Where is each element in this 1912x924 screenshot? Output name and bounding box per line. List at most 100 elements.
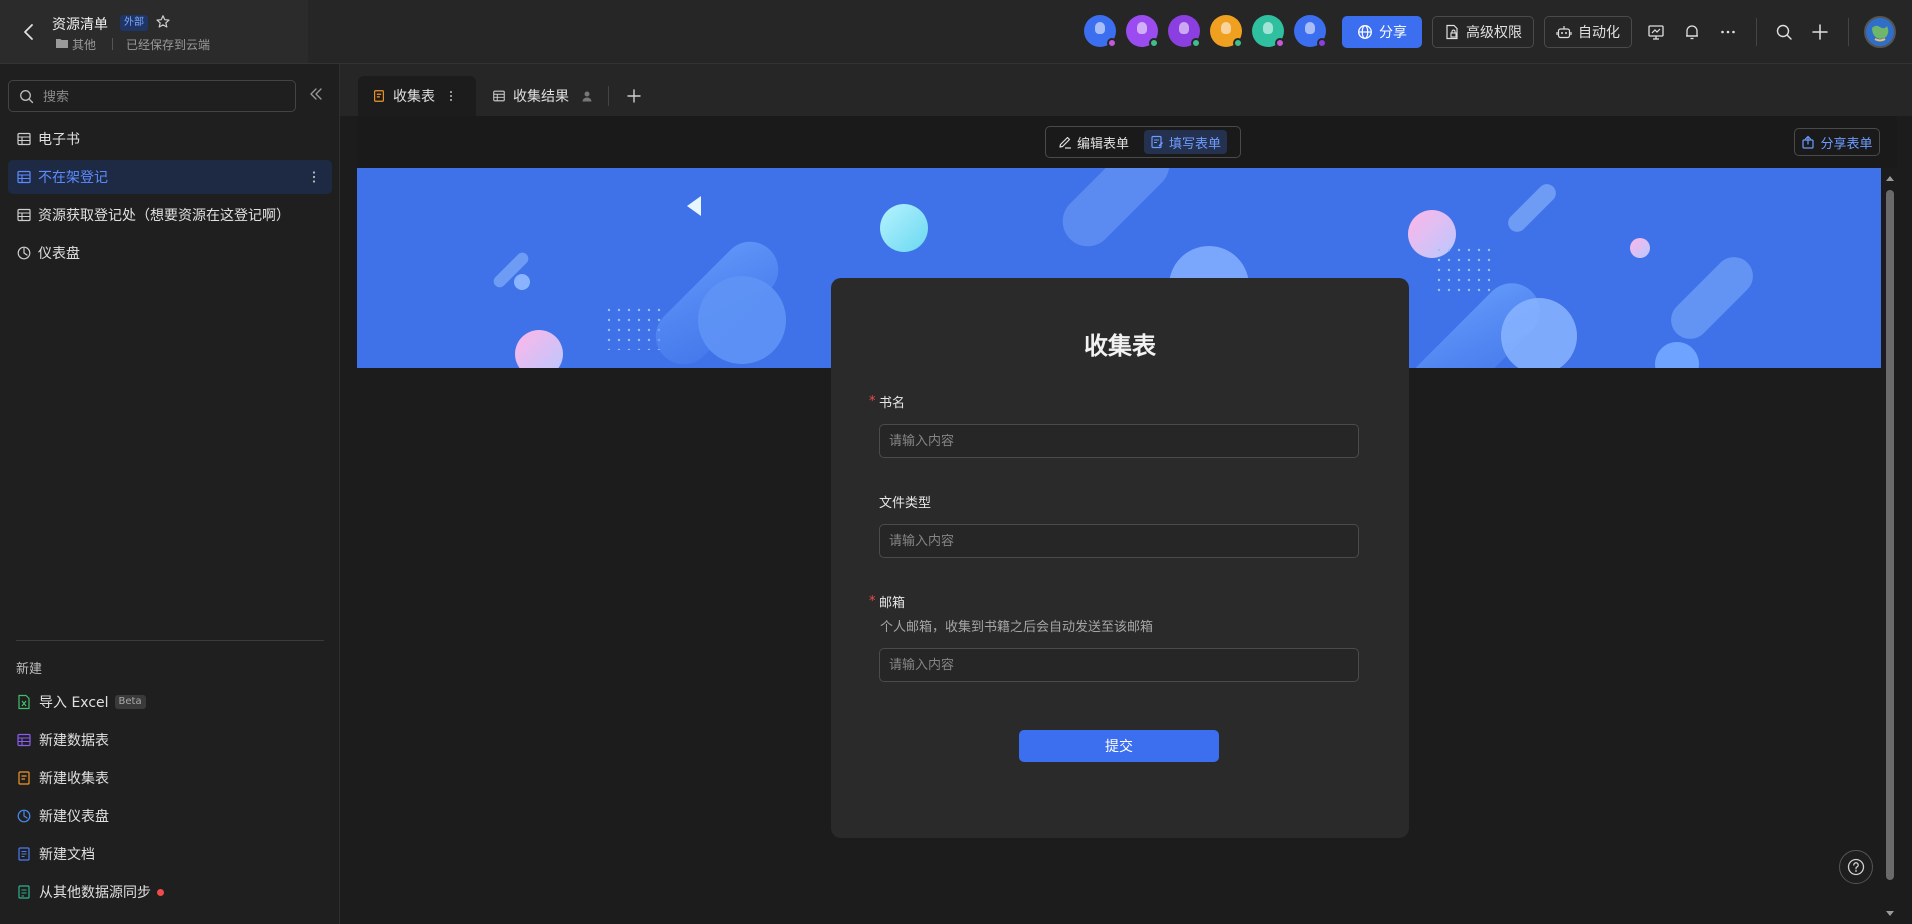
- edit-form-button[interactable]: 编辑表单: [1052, 130, 1135, 154]
- fill-form-button[interactable]: 填写表单: [1144, 130, 1228, 154]
- tab-collection-results[interactable]: 收集结果: [478, 76, 607, 116]
- new-item-label: 新建文档: [39, 847, 95, 863]
- document-icon: [18, 847, 30, 861]
- collaborator-avatar[interactable]: [1210, 15, 1243, 48]
- table-icon: [17, 208, 31, 222]
- more-icon[interactable]: [447, 89, 455, 103]
- sidebar-item-ebooks[interactable]: 电子书: [8, 122, 332, 156]
- divider: [1848, 18, 1849, 46]
- form-icon: [18, 771, 30, 785]
- fill-form-icon: [1151, 135, 1163, 149]
- new-item-label: 新建仪表盘: [39, 809, 109, 825]
- more-icon[interactable]: [1716, 20, 1740, 44]
- file-type-input[interactable]: [879, 524, 1359, 558]
- book-name-input[interactable]: [879, 424, 1359, 458]
- beta-badge: Beta: [114, 695, 146, 709]
- search-icon[interactable]: [1772, 20, 1796, 44]
- sidebar-item-label: 资源获取登记处（想要资源在这登记啊）: [38, 208, 290, 224]
- person-icon: [581, 90, 593, 102]
- new-document-button[interactable]: 新建文档: [16, 842, 95, 866]
- scroll-thumb[interactable]: [1886, 190, 1894, 880]
- sidebar-item-resource-requests[interactable]: 资源获取登记处（想要资源在这登记啊）: [8, 198, 332, 232]
- new-dashboard-button[interactable]: 新建仪表盘: [16, 804, 109, 828]
- tab-label: 收集结果: [513, 89, 569, 105]
- star-icon[interactable]: [155, 14, 171, 30]
- edit-form-label: 编辑表单: [1077, 136, 1130, 152]
- required-mark: *: [869, 394, 876, 409]
- collapse-sidebar-icon[interactable]: [308, 86, 324, 102]
- collaborator-avatar[interactable]: [1126, 15, 1159, 48]
- new-form-button[interactable]: 新建收集表: [16, 766, 109, 790]
- tab-collection-form[interactable]: 收集表: [358, 76, 476, 116]
- dashboard-icon: [17, 809, 31, 823]
- plus-icon[interactable]: [1808, 20, 1832, 44]
- divider: [1756, 18, 1757, 46]
- dashboard-icon: [17, 246, 31, 260]
- help-icon[interactable]: [1839, 850, 1873, 884]
- presentation-icon[interactable]: [1644, 20, 1668, 44]
- new-item-label: 导入 Excel: [39, 695, 109, 711]
- new-section-label: 新建: [16, 662, 43, 677]
- automation-button[interactable]: 自动化: [1544, 16, 1632, 48]
- required-mark: *: [869, 594, 876, 609]
- scrollbar[interactable]: [1883, 168, 1897, 924]
- field-label-file-type: 文件类型: [879, 496, 932, 511]
- form-toolbar: 编辑表单 填写表单 分享表单: [357, 116, 1897, 168]
- share-icon: [1802, 135, 1815, 149]
- divider: [608, 86, 609, 106]
- permission-icon: [1446, 24, 1458, 40]
- collaborator-avatar[interactable]: [1084, 15, 1117, 48]
- tab-label: 收集表: [393, 89, 435, 105]
- automation-label: 自动化: [1578, 25, 1620, 41]
- share-form-button[interactable]: 分享表单: [1794, 128, 1880, 156]
- document-title[interactable]: 资源清单: [52, 14, 108, 34]
- import-excel-button[interactable]: 导入 Excel Beta: [16, 690, 146, 714]
- save-status: 已经保存到云端: [126, 38, 211, 52]
- form-mode-switch: 编辑表单 填写表单: [1045, 126, 1241, 158]
- share-label: 分享: [1379, 25, 1407, 41]
- excel-icon: [18, 694, 30, 710]
- submit-button[interactable]: 提交: [1019, 730, 1219, 762]
- form-card: 收集表 * 书名 文件类型 * 邮箱 个人邮箱，收集到书籍之后会自动发送至该邮箱…: [831, 278, 1409, 838]
- search-input[interactable]: [43, 87, 283, 107]
- collaborator-avatar[interactable]: [1168, 15, 1201, 48]
- share-button[interactable]: 分享: [1342, 16, 1422, 48]
- field-description-email: 个人邮箱，收集到书籍之后会自动发送至该邮箱: [880, 620, 1154, 635]
- back-icon[interactable]: [18, 20, 40, 44]
- form-title: 收集表: [1084, 332, 1156, 360]
- form-view: 编辑表单 填写表单 分享表单 收集表 * 书名 请输入内容 文件类型 请输入内容…: [357, 116, 1897, 924]
- top-bar: 资源清单 外部 其他 已经保存到云端 分享 高级权限 自动化: [0, 0, 1912, 64]
- search-box[interactable]: [8, 80, 296, 112]
- new-datasheet-button[interactable]: 新建数据表: [16, 728, 109, 752]
- sidebar: 电子书 不在架登记 资源获取登记处（想要资源在这登记啊） 仪表盘 新建 导入 E…: [0, 64, 340, 924]
- collaborator-avatar[interactable]: [1294, 15, 1327, 48]
- new-item-label: 从其他数据源同步: [39, 885, 151, 901]
- robot-icon: [1556, 26, 1572, 39]
- fill-form-label: 填写表单: [1169, 136, 1222, 152]
- sync-data-source-button[interactable]: 从其他数据源同步: [16, 880, 164, 904]
- search-icon: [19, 89, 34, 104]
- new-item-label: 新建收集表: [39, 771, 109, 787]
- add-tab-icon[interactable]: [626, 88, 642, 104]
- table-icon: [17, 132, 31, 146]
- sidebar-item-dashboard[interactable]: 仪表盘: [8, 236, 332, 270]
- globe-icon: [1358, 25, 1372, 39]
- field-label-email: 邮箱: [879, 596, 906, 611]
- user-avatar[interactable]: [1864, 16, 1896, 48]
- notification-dot: [157, 888, 164, 896]
- more-icon[interactable]: [306, 169, 322, 185]
- pencil-icon: [1059, 136, 1071, 149]
- document-header: 资源清单 外部 其他 已经保存到云端: [0, 0, 308, 63]
- sidebar-item-not-on-shelf[interactable]: 不在架登记: [8, 160, 332, 194]
- sidebar-item-label: 不在架登记: [38, 170, 108, 186]
- divider: [16, 640, 324, 641]
- sidebar-item-label: 电子书: [38, 132, 80, 148]
- collaborator-avatar[interactable]: [1252, 15, 1285, 48]
- field-label-book-name: 书名: [879, 396, 906, 411]
- advanced-permissions-button[interactable]: 高级权限: [1432, 16, 1534, 48]
- external-badge: 外部: [120, 15, 148, 31]
- email-input[interactable]: [879, 648, 1359, 682]
- bell-icon[interactable]: [1680, 20, 1704, 44]
- sync-icon: [18, 885, 30, 899]
- folder-label[interactable]: 其他: [72, 36, 96, 53]
